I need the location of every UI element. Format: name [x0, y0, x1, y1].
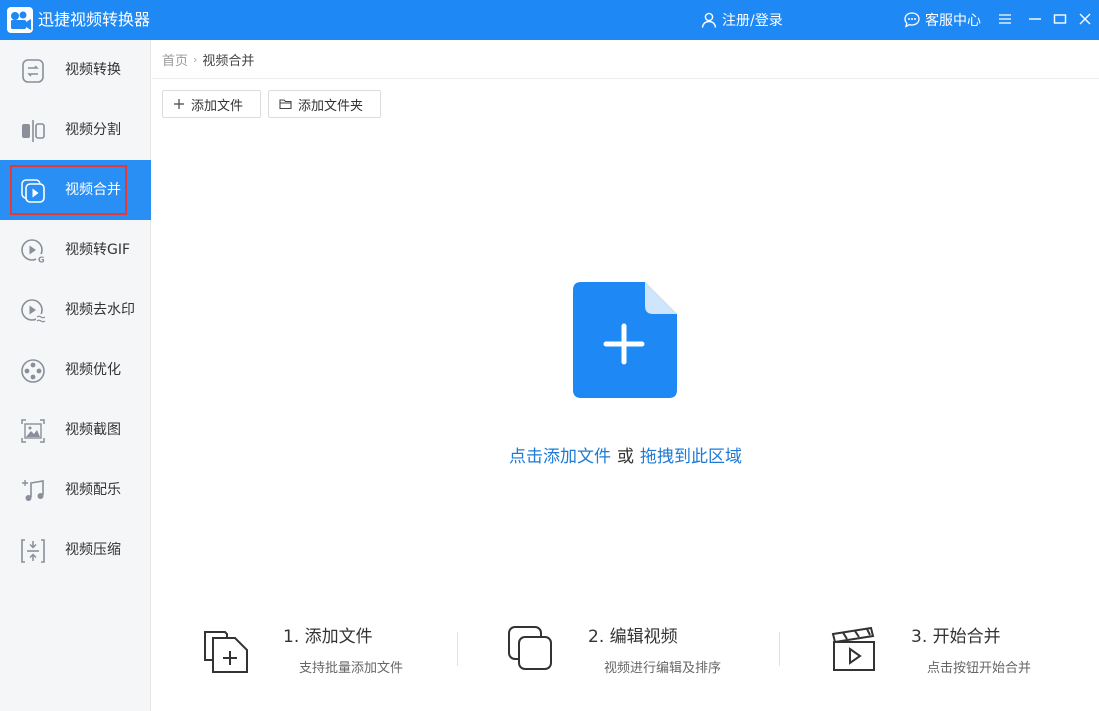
step-edit-video: 2. 编辑视频 视频进行编辑及排序	[506, 620, 756, 680]
sidebar-item-convert[interactable]: 视频转换	[0, 40, 151, 100]
edit-video-step-icon	[508, 626, 552, 670]
sidebar-item-compress[interactable]: 视频压缩	[0, 520, 151, 580]
add-file-step-icon	[204, 631, 248, 673]
compress-icon	[21, 539, 45, 563]
step-title: 3. 开始合并	[911, 627, 1001, 647]
hamburger-menu-icon	[999, 14, 1011, 24]
sidebar-item-merge[interactable]: 视频合并	[0, 160, 151, 220]
step-title: 2. 编辑视频	[588, 627, 678, 647]
music-icon	[22, 480, 44, 501]
step-add-file: 1. 添加文件 支持批量添加文件	[201, 620, 441, 680]
selection-highlight	[10, 165, 127, 215]
dropzone-hint: 点击添加文件或拖拽到此区域	[152, 442, 1099, 467]
sidebar-item-label: 视频分割	[65, 122, 121, 138]
chevron-right-icon: ›	[193, 52, 198, 66]
support-label: 客服中心	[925, 13, 981, 29]
sidebar-item-label: 视频配乐	[65, 482, 121, 498]
sidebar-item-music[interactable]: 视频配乐	[0, 460, 151, 520]
breadcrumb-current: 视频合并	[202, 53, 255, 69]
step-title: 1. 添加文件	[283, 627, 373, 647]
sidebar-item-optimize[interactable]: 视频优化	[0, 340, 151, 400]
convert-icon	[22, 59, 44, 83]
maximize-button[interactable]	[1049, 8, 1071, 30]
login-button[interactable]: 注册/登录	[700, 0, 783, 40]
sidebar-item-watermark[interactable]: 视频去水印	[0, 280, 151, 340]
login-label: 注册/登录	[722, 13, 783, 29]
split-icon	[22, 120, 45, 142]
sidebar-item-gif[interactable]: G 视频转GIF	[0, 220, 151, 280]
sidebar-item-label: 视频转GIF	[65, 242, 131, 258]
click-add-file-link[interactable]: 点击添加文件	[509, 447, 611, 467]
add-folder-button[interactable]: 添加文件夹	[268, 90, 381, 118]
plus-icon	[174, 99, 184, 109]
sidebar-item-label: 视频转换	[65, 62, 121, 78]
close-button[interactable]	[1074, 8, 1096, 30]
add-file-dropzone-icon[interactable]	[573, 282, 677, 398]
app-title: 迅捷视频转换器	[38, 10, 151, 29]
close-icon	[1079, 13, 1091, 25]
add-file-label: 添加文件	[191, 98, 244, 114]
menu-button[interactable]	[994, 8, 1016, 30]
minimize-button[interactable]	[1024, 8, 1046, 30]
sidebar-item-label: 视频截图	[65, 422, 121, 438]
step-description: 支持批量添加文件	[299, 661, 404, 676]
minimize-icon	[1029, 18, 1041, 20]
clapperboard-icon	[831, 626, 875, 671]
title-bar: 迅捷视频转换器 注册/登录 客服中心	[0, 0, 1099, 40]
user-icon	[701, 12, 717, 28]
sidebar-item-label: 视频优化	[65, 362, 121, 378]
maximize-icon	[1053, 14, 1067, 24]
support-button[interactable]: 客服中心	[903, 0, 981, 40]
step-description: 点击按钮开始合并	[927, 661, 1032, 676]
gif-icon: G	[21, 239, 46, 265]
app-logo-icon	[7, 7, 33, 33]
step-description: 视频进行编辑及排序	[604, 661, 722, 676]
sidebar-item-split[interactable]: 视频分割	[0, 100, 151, 160]
or-text: 或	[617, 447, 634, 467]
breadcrumb: 首页 › 视频合并	[152, 40, 1099, 79]
step-divider	[457, 632, 458, 666]
chat-bubble-icon	[904, 12, 920, 28]
step-start-merge: 3. 开始合并 点击按钮开始合并	[829, 620, 1069, 680]
add-file-button[interactable]: 添加文件	[162, 90, 261, 118]
sidebar-item-label: 视频去水印	[65, 302, 135, 318]
sidebar-item-label: 视频压缩	[65, 542, 121, 558]
drag-here-link[interactable]: 拖拽到此区域	[640, 447, 742, 467]
add-folder-label: 添加文件夹	[298, 98, 364, 114]
watermark-icon	[21, 299, 46, 324]
folder-icon	[279, 99, 292, 110]
screenshot-icon	[21, 419, 45, 443]
breadcrumb-home[interactable]: 首页	[162, 50, 188, 69]
svg-text:G: G	[38, 256, 45, 265]
step-divider	[779, 632, 780, 666]
film-reel-icon	[21, 359, 45, 383]
sidebar: 视频转换 视频分割 视频合并 G 视频转GIF 视频去水印 视频优化 视频截图 …	[0, 40, 151, 711]
sidebar-item-screenshot[interactable]: 视频截图	[0, 400, 151, 460]
